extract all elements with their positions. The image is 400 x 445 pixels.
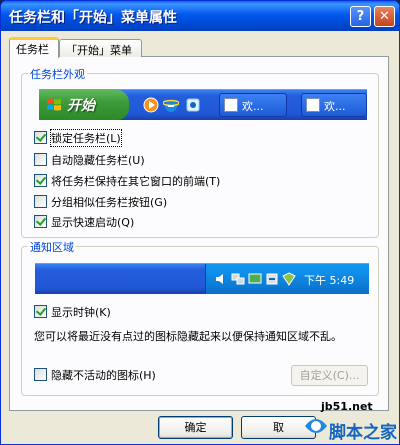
notification-tray-preview: 下午 5:49 [35, 263, 369, 294]
group-buttons-checkbox[interactable] [34, 195, 47, 208]
show-clock-label: 显示时钟(K) [51, 306, 111, 319]
customize-button[interactable]: 自定义(C)... [291, 365, 368, 386]
document-icon [224, 98, 238, 112]
start-label: 开始 [67, 98, 95, 114]
tab-start-menu[interactable]: 「开始」菜单 [59, 39, 142, 57]
close-button[interactable]: ✕ [374, 6, 395, 27]
keep-on-top-checkbox[interactable] [34, 174, 47, 187]
security-icon [282, 272, 296, 286]
tab-taskbar[interactable]: 任务栏 [9, 37, 59, 58]
group-title-notification: 通知区域 [28, 239, 76, 255]
display-icon [248, 273, 262, 284]
outlook-icon [186, 98, 200, 112]
ok-button[interactable]: 确定 [158, 416, 233, 439]
watermark-text: 脚本之家 [329, 423, 397, 443]
show-clock-checkbox[interactable] [34, 305, 47, 318]
taskbar-properties-dialog: 任务栏和「开始」菜单属性 ? ✕ 任务栏 「开始」菜单 任务栏外观 开始 欢..… [0, 0, 400, 445]
start-button-preview: 开始 [39, 90, 129, 120]
taskbar-preview: 开始 欢... 欢... [39, 89, 367, 120]
help-icon: ? [356, 9, 365, 24]
task-button: 欢... [301, 93, 367, 117]
window-title: 任务栏和「开始」菜单属性 [9, 10, 177, 26]
tray-clock: 下午 5:49 [304, 274, 355, 287]
task-button: 欢... [219, 93, 287, 117]
close-icon: ✕ [379, 9, 390, 24]
auto-hide-label: 自动隐藏任务栏(U) [51, 154, 145, 167]
notification-description: 您可以将最近没有点过的图标隐藏起来以便保持通知区域不乱。 [34, 330, 342, 343]
hide-inactive-checkbox[interactable] [34, 368, 47, 381]
sync-icon [266, 273, 278, 285]
document-icon [306, 98, 320, 112]
media-player-icon [143, 97, 159, 113]
hide-inactive-label: 隐藏不活动的图标(H) [51, 369, 156, 382]
title-bar[interactable]: 任务栏和「开始」菜单属性 ? ✕ [1, 1, 399, 31]
keep-on-top-label: 将任务栏保持在其它窗口的前端(T) [51, 175, 221, 188]
watermark-logo-icon [305, 419, 327, 433]
quick-launch-checkbox[interactable] [34, 215, 47, 228]
quick-launch-label: 显示快速启动(Q) [51, 216, 135, 229]
volume-icon [216, 274, 223, 284]
system-tray: 下午 5:49 [205, 264, 369, 294]
windows-logo-icon [47, 98, 61, 111]
group-buttons-label: 分组相似任务栏按钮(G) [51, 196, 168, 209]
lock-taskbar-checkbox[interactable] [34, 131, 47, 144]
group-title-appearance: 任务栏外观 [28, 66, 87, 82]
lock-taskbar-label: 锁定任务栏(L) [50, 129, 122, 147]
ie-icon [163, 99, 179, 112]
watermark: jb51.net 脚本之家 [301, 398, 399, 444]
help-button[interactable]: ? [350, 6, 371, 27]
auto-hide-checkbox[interactable] [34, 153, 47, 166]
network-icon [231, 273, 245, 285]
